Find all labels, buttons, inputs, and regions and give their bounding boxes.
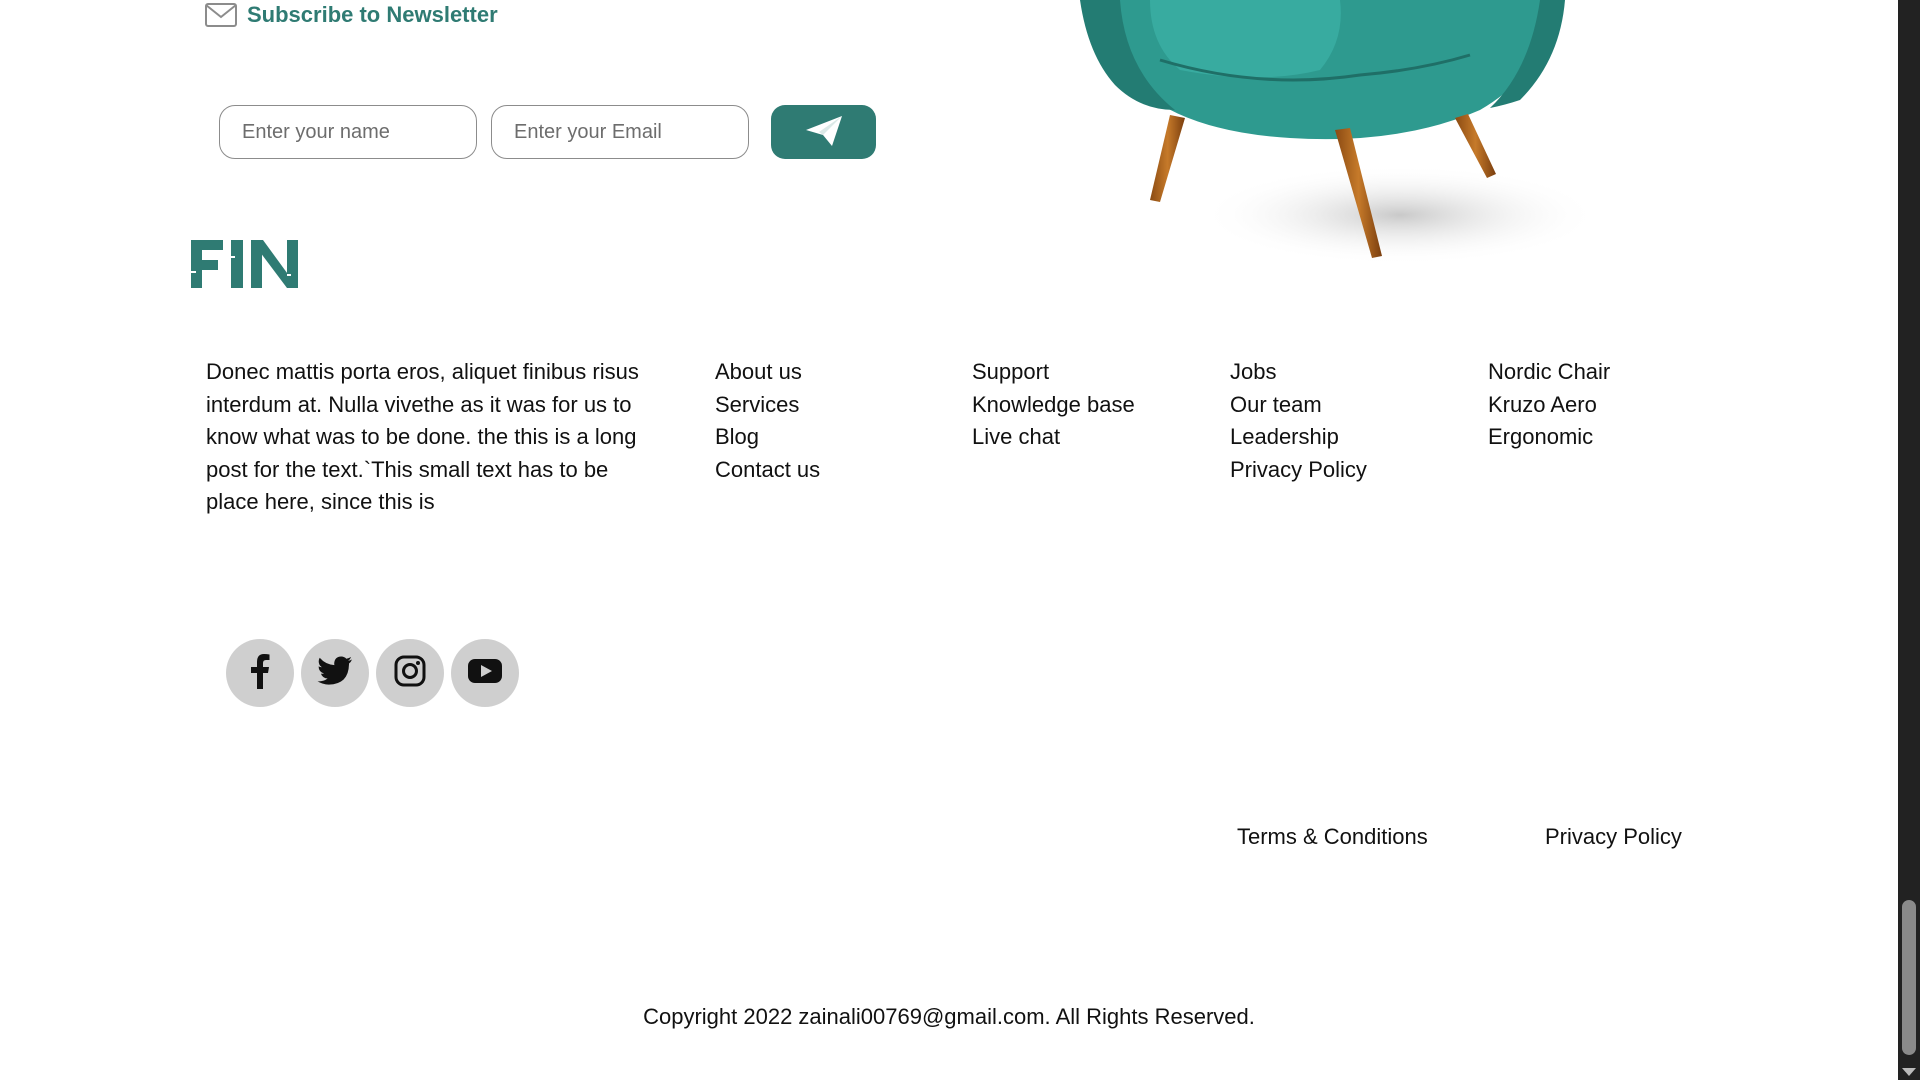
footer-link[interactable]: Kruzo Aero [1488, 389, 1610, 422]
mail-icon [205, 3, 237, 27]
youtube-icon [468, 658, 502, 688]
social-links [226, 639, 519, 707]
footer-links-support: Support Knowledge base Live chat [972, 356, 1135, 454]
twitter-icon [317, 656, 353, 691]
footer-link[interactable]: Leadership [1230, 421, 1367, 454]
footer-page: Subscribe to Newsletter Enter your name … [0, 0, 1898, 1080]
footer-link[interactable]: About us [715, 356, 820, 389]
send-button[interactable] [771, 105, 876, 159]
terms-link[interactable]: Terms & Conditions [1237, 824, 1428, 850]
footer-links-careers: Jobs Our team Leadership Privacy Policy [1230, 356, 1367, 486]
copyright-text: Copyright 2022 zainali00769@gmail.com. A… [643, 1004, 1255, 1029]
fin-logo [191, 238, 301, 290]
footer-link[interactable]: Ergonomic [1488, 421, 1610, 454]
scrollbar-thumb[interactable] [1902, 900, 1916, 1055]
newsletter-heading: Subscribe to Newsletter [205, 2, 498, 28]
footer-about-text: Donec mattis porta eros, aliquet finibus… [206, 359, 639, 514]
footer-link[interactable]: Our team [1230, 389, 1367, 422]
footer-link[interactable]: Nordic Chair [1488, 356, 1610, 389]
footer-link[interactable]: Jobs [1230, 356, 1367, 389]
youtube-button[interactable] [451, 639, 519, 707]
footer-links-products: Nordic Chair Kruzo Aero Ergonomic [1488, 356, 1610, 454]
privacy-policy-link[interactable]: Privacy Policy [1545, 824, 1682, 850]
name-input[interactable] [219, 105, 477, 159]
twitter-button[interactable] [301, 639, 369, 707]
footer-link[interactable]: Live chat [972, 421, 1135, 454]
footer-link[interactable]: Support [972, 356, 1135, 389]
email-input[interactable] [491, 105, 749, 159]
instagram-button[interactable] [376, 639, 444, 707]
facebook-icon [249, 653, 271, 694]
footer-links-company: About us Services Blog Contact us [715, 356, 820, 486]
page-scrollbar[interactable] [1898, 0, 1920, 1080]
paper-plane-icon [805, 115, 843, 150]
instagram-icon [394, 655, 426, 692]
footer-link[interactable]: Privacy Policy [1230, 454, 1367, 487]
footer-link[interactable]: Contact us [715, 454, 820, 487]
scroll-down-arrow-icon[interactable] [1902, 1068, 1916, 1076]
newsletter-label: Subscribe to Newsletter [247, 2, 498, 27]
armchair-image [1000, 0, 1600, 270]
footer-link[interactable]: Services [715, 389, 820, 422]
footer-link[interactable]: Blog [715, 421, 820, 454]
facebook-button[interactable] [226, 639, 294, 707]
footer-link[interactable]: Knowledge base [972, 389, 1135, 422]
